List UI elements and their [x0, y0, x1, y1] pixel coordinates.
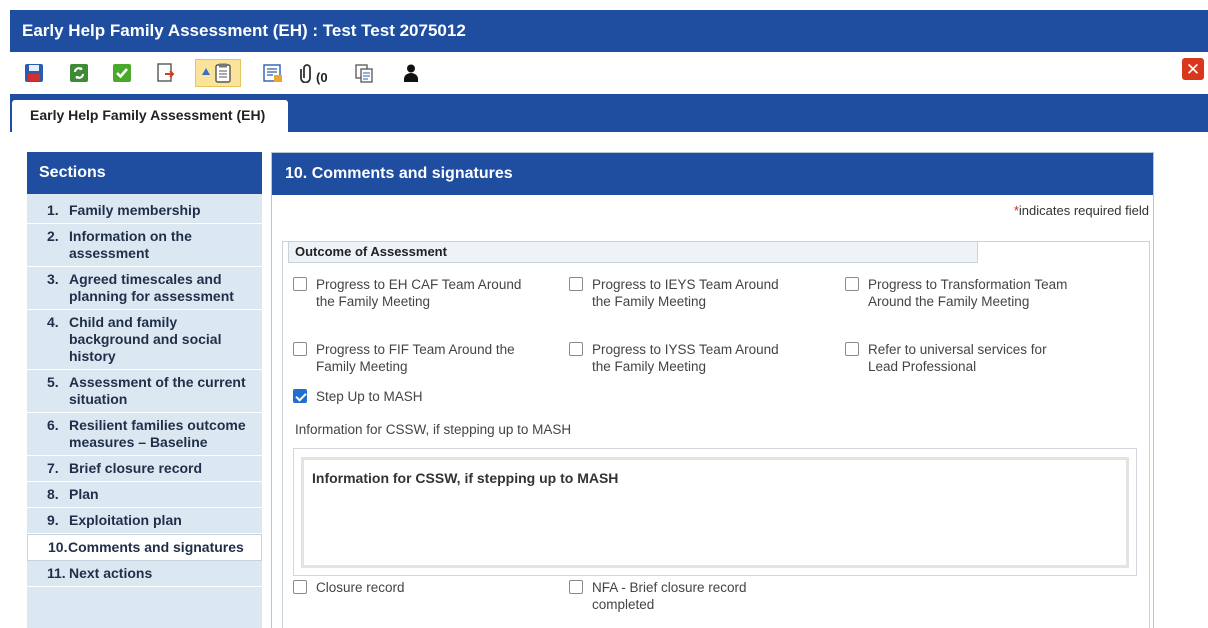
section-item-next-actions[interactable]: 11. Next actions: [27, 561, 262, 587]
section-label: Child and family background and social h…: [69, 314, 222, 364]
refresh-button[interactable]: [65, 59, 93, 87]
option-closure-record[interactable]: Closure record: [293, 579, 523, 596]
info-cssw-label: Information for CSSW, if stepping up to …: [295, 422, 572, 437]
section-item-comments-signatures[interactable]: 10. Comments and signatures: [27, 534, 262, 561]
checkbox[interactable]: [569, 580, 583, 594]
info-cssw-container: Information for CSSW, if stepping up to …: [293, 448, 1137, 576]
section-label: Brief closure record: [69, 460, 203, 476]
checkbox[interactable]: [293, 342, 307, 356]
option-eh-caf[interactable]: Progress to EH CAF Team Around the Famil…: [293, 276, 523, 310]
section-number: 9.: [47, 512, 59, 528]
option-label: NFA - Brief closure record completed: [592, 580, 747, 612]
comments-signatures-panel: 10. Comments and signatures *indicates r…: [271, 152, 1154, 628]
complete-icon: [113, 64, 131, 82]
section-label: Next actions: [69, 565, 153, 581]
option-iyss[interactable]: Progress to IYSS Team Around the Family …: [569, 341, 799, 375]
checkbox[interactable]: [569, 342, 583, 356]
option-label: Progress to EH CAF Team Around the Famil…: [316, 277, 522, 309]
tab-early-help-assessment[interactable]: Early Help Family Assessment (EH): [12, 100, 288, 132]
form-icon: [263, 64, 282, 82]
refresh-icon: [70, 64, 88, 82]
save-icon: [25, 64, 43, 82]
checkbox[interactable]: [569, 277, 583, 291]
section-label: Family membership: [69, 202, 201, 218]
option-universal-services[interactable]: Refer to universal services for Lead Pro…: [845, 341, 1075, 375]
section-item-information-on-assessment[interactable]: 2. Information on the assessment: [27, 224, 262, 267]
export-button[interactable]: [152, 59, 180, 87]
copy-icon: [355, 64, 373, 83]
section-number: 8.: [47, 486, 59, 502]
info-cssw-textarea[interactable]: Information for CSSW, if stepping up to …: [301, 457, 1129, 568]
tab-bar: Early Help Family Assessment (EH): [10, 94, 1208, 132]
section-item-exploitation-plan[interactable]: 9. Exploitation plan: [27, 508, 262, 534]
toolbar: (0: [10, 52, 1208, 94]
outcome-fieldset: Outcome of Assessment Progress to EH CAF…: [282, 241, 1150, 628]
section-number: 2.: [47, 228, 59, 244]
option-label: Refer to universal services for Lead Pro…: [868, 342, 1047, 374]
section-label: Exploitation plan: [69, 512, 182, 528]
person-button[interactable]: [397, 59, 425, 87]
checkbox[interactable]: [845, 277, 859, 291]
sections-title: Sections: [27, 152, 262, 194]
section-label: Information on the assessment: [69, 228, 192, 261]
section-number: 1.: [47, 202, 59, 218]
option-label: Progress to Transformation Team Around t…: [868, 277, 1068, 309]
section-number: 11.: [47, 565, 66, 581]
attachments-button[interactable]: (0: [300, 59, 344, 87]
clipboard-warning-icon: [202, 63, 231, 83]
form-button[interactable]: [259, 59, 287, 87]
complete-button[interactable]: [108, 59, 136, 87]
copy-button[interactable]: [350, 59, 378, 87]
section-item-resilient-families[interactable]: 6. Resilient families outcome measures – …: [27, 413, 262, 456]
save-button[interactable]: [20, 59, 48, 87]
outcome-legend: Outcome of Assessment: [288, 241, 978, 263]
option-label: Step Up to MASH: [316, 389, 423, 404]
section-label: Resilient families outcome measures – Ba…: [69, 417, 246, 450]
close-icon: ✕: [1185, 59, 1201, 79]
required-field-note: *indicates required field: [1014, 203, 1149, 218]
info-cssw-title: Information for CSSW, if stepping up to …: [312, 470, 619, 486]
section-item-family-membership[interactable]: 1. Family membership: [27, 198, 262, 224]
checkbox-checked[interactable]: [293, 389, 307, 403]
person-icon: [404, 64, 418, 82]
checkbox[interactable]: [293, 277, 307, 291]
required-note-text: indicates required field: [1018, 203, 1149, 218]
option-label: Progress to IYSS Team Around the Family …: [592, 342, 779, 374]
sections-nav: Sections 1. Family membership 2. Informati…: [27, 152, 262, 628]
section-item-agreed-timescales[interactable]: 3. Agreed timescales and planning for ass…: [27, 267, 262, 310]
panel-title: 10. Comments and signatures: [272, 153, 1153, 195]
option-label: Progress to FIF Team Around the Family M…: [316, 342, 515, 374]
option-nfa-closure[interactable]: NFA - Brief closure record completed: [569, 579, 779, 613]
paperclip-icon: [300, 64, 311, 83]
checkbox[interactable]: [845, 342, 859, 356]
warnings-button[interactable]: [195, 59, 241, 87]
section-number: 6.: [47, 417, 59, 433]
option-label: Progress to IEYS Team Around the Family …: [592, 277, 779, 309]
section-label: Comments and signatures: [68, 539, 244, 555]
section-number: 4.: [47, 314, 59, 330]
close-button[interactable]: ✕: [1182, 58, 1204, 80]
section-item-current-situation[interactable]: 5. Assessment of the current situation: [27, 370, 262, 413]
export-icon: [157, 63, 175, 82]
option-fif[interactable]: Progress to FIF Team Around the Family M…: [293, 341, 523, 375]
sections-list: 1. Family membership 2. Information on the…: [27, 194, 262, 587]
option-step-up-mash[interactable]: Step Up to MASH: [293, 388, 523, 405]
option-label: Closure record: [316, 580, 405, 595]
section-number: 7.: [47, 460, 59, 476]
attachments-count: (0: [316, 69, 328, 85]
section-label: Plan: [69, 486, 99, 502]
section-item-child-family-background[interactable]: 4. Child and family background and social…: [27, 310, 262, 370]
option-transformation[interactable]: Progress to Transformation Team Around t…: [845, 276, 1075, 310]
section-item-plan[interactable]: 8. Plan: [27, 482, 262, 508]
checkbox[interactable]: [293, 580, 307, 594]
section-number: 3.: [47, 271, 59, 287]
section-label: Agreed timescales and planning for asses…: [69, 271, 234, 304]
window-title: Early Help Family Assessment (EH) : Test…: [10, 10, 1208, 52]
section-label: Assessment of the current situation: [69, 374, 246, 407]
section-number: 10.: [48, 539, 68, 555]
option-ieys[interactable]: Progress to IEYS Team Around the Family …: [569, 276, 799, 310]
section-number: 5.: [47, 374, 59, 390]
section-item-brief-closure-record[interactable]: 7. Brief closure record: [27, 456, 262, 482]
